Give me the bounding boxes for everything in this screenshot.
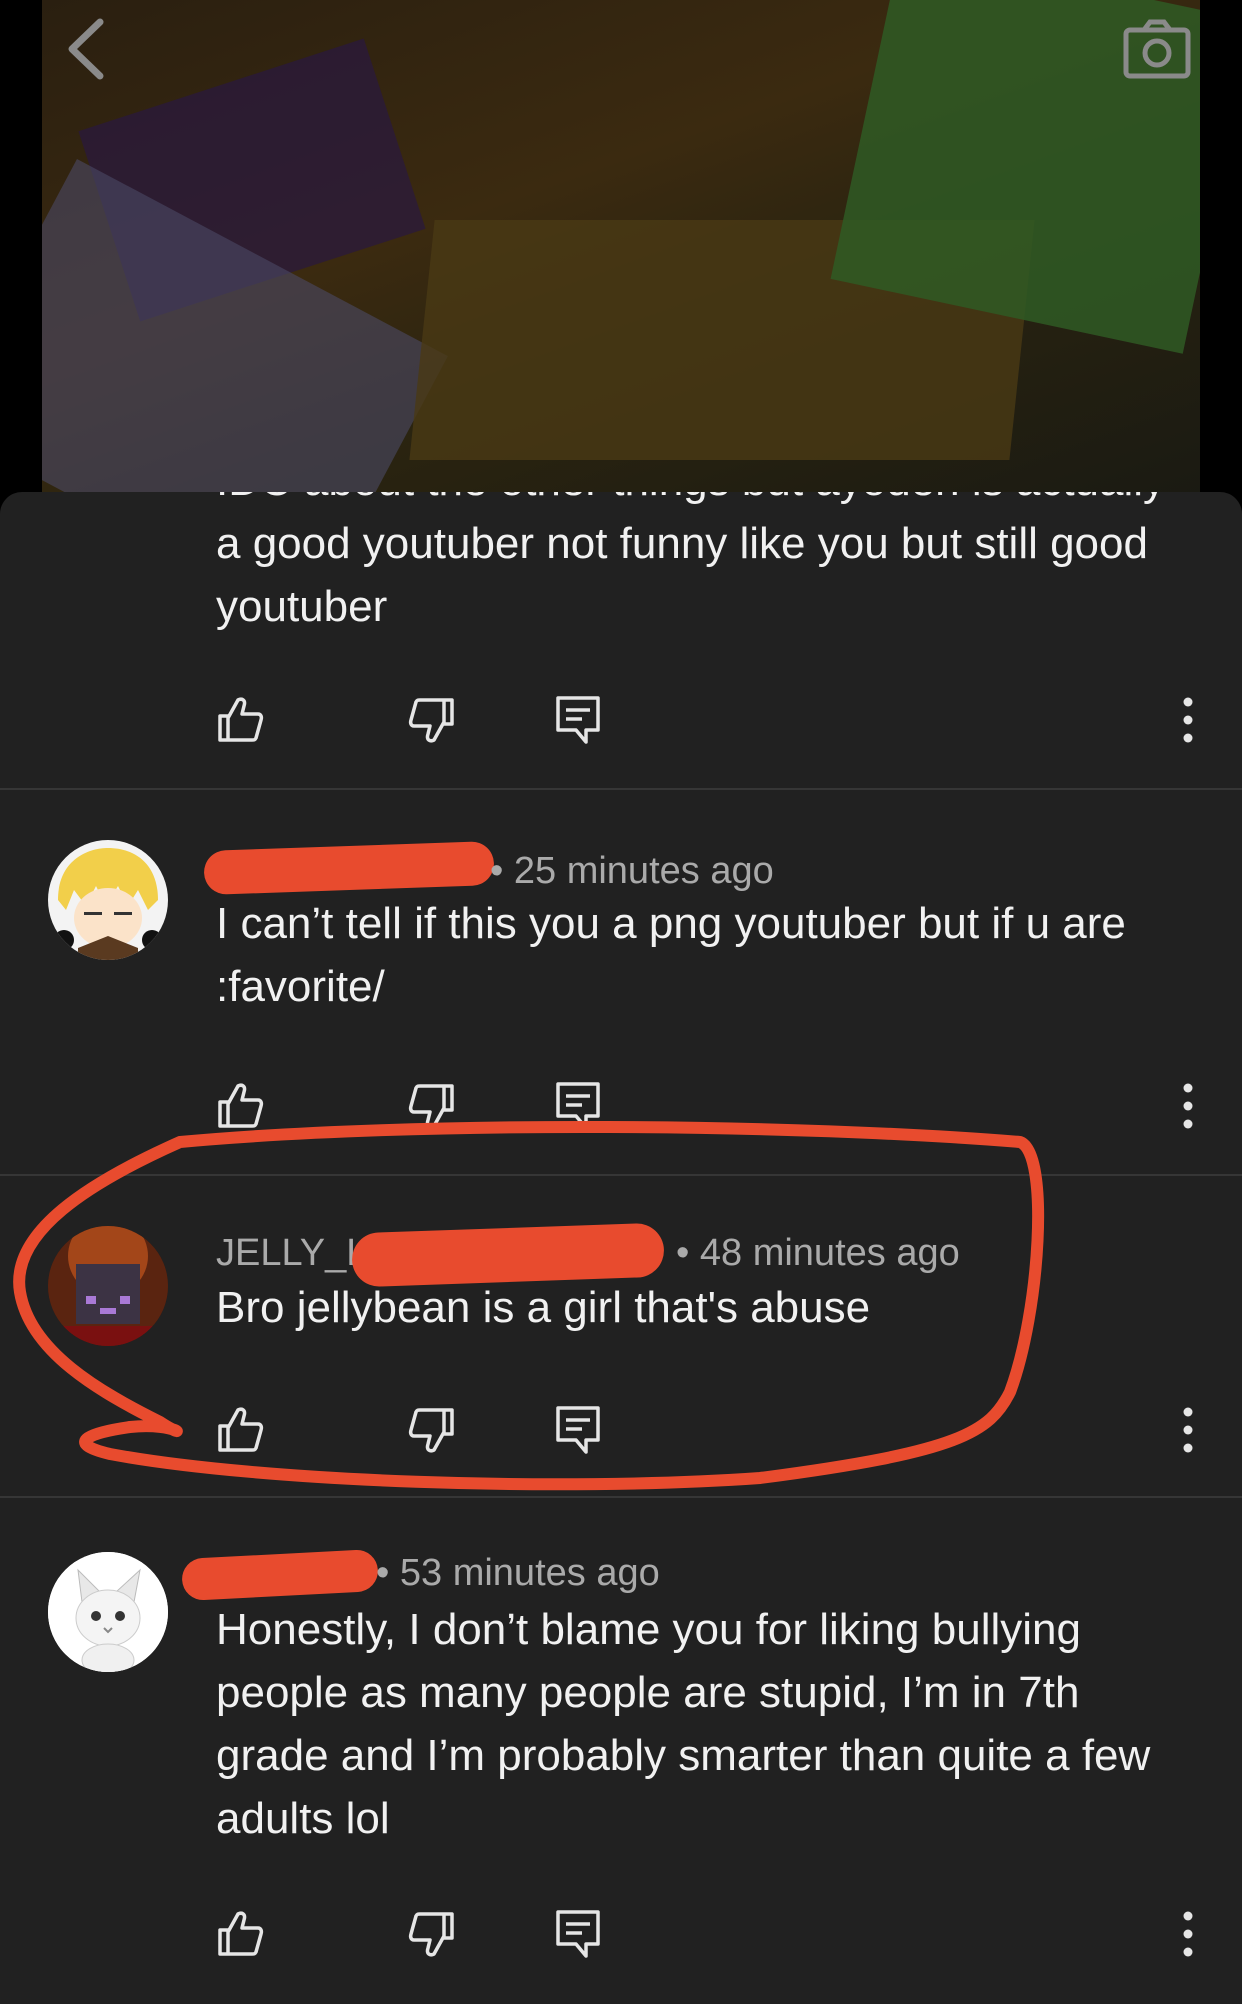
comments-sheet[interactable]: IDC about the other things but ayoden is… bbox=[0, 492, 1242, 2004]
comment-text: a good youtuber not funny like you but s… bbox=[216, 519, 1148, 631]
comment-actions bbox=[0, 1078, 1242, 1138]
comment-text-clipped: IDC about the other things but ayoden is… bbox=[216, 492, 1165, 506]
comment-text: I can’t tell if this you a png youtuber … bbox=[216, 899, 1126, 1011]
anime-avatar[interactable] bbox=[48, 840, 168, 960]
reply-icon[interactable] bbox=[552, 1906, 604, 1962]
comment-meta-time: • 48 minutes ago bbox=[676, 1232, 960, 1274]
comment-meta: JELLY_L bbox=[216, 1232, 367, 1275]
comment-time: 25 minutes ago bbox=[513, 850, 774, 892]
thumbs-up-icon[interactable] bbox=[214, 1906, 266, 1962]
divider bbox=[0, 1174, 1242, 1176]
more-vertical-icon[interactable] bbox=[1168, 1906, 1208, 1962]
thumbs-down-icon[interactable] bbox=[406, 1402, 458, 1458]
thumbs-down-icon[interactable] bbox=[406, 692, 458, 748]
video-frame bbox=[42, 0, 1200, 500]
more-vertical-icon[interactable] bbox=[1168, 1078, 1208, 1134]
minecraft-avatar[interactable] bbox=[48, 1226, 168, 1346]
divider bbox=[0, 1496, 1242, 1498]
redaction-mark bbox=[203, 840, 495, 896]
thumbs-down-icon[interactable] bbox=[406, 1906, 458, 1962]
comment-time: 48 minutes ago bbox=[699, 1232, 960, 1274]
divider bbox=[0, 788, 1242, 790]
reply-icon[interactable] bbox=[552, 692, 604, 748]
video-player[interactable] bbox=[0, 0, 1242, 500]
comment-actions bbox=[0, 1906, 1242, 1966]
thumbs-up-icon[interactable] bbox=[214, 1402, 266, 1458]
thumbs-down-icon[interactable] bbox=[406, 1078, 458, 1134]
chevron-left-icon[interactable] bbox=[58, 14, 118, 84]
more-vertical-icon[interactable] bbox=[1168, 1402, 1208, 1458]
comment-actions bbox=[0, 692, 1242, 752]
comment-author[interactable]: JELLY_L bbox=[216, 1232, 367, 1274]
thumbs-up-icon[interactable] bbox=[214, 1078, 266, 1134]
comment-actions bbox=[0, 1402, 1242, 1462]
redaction-mark bbox=[181, 1548, 379, 1602]
reply-icon[interactable] bbox=[552, 1078, 604, 1134]
comment-meta: • 25 minutes ago bbox=[490, 850, 774, 892]
reply-icon[interactable] bbox=[552, 1402, 604, 1458]
thumbs-up-icon[interactable] bbox=[214, 692, 266, 748]
more-vertical-icon[interactable] bbox=[1168, 692, 1208, 748]
comment-text: Honestly, I don’t blame you for liking b… bbox=[216, 1605, 1151, 1843]
comment-text: Bro jellybean is a girl that's abuse bbox=[216, 1283, 871, 1332]
comment-meta: • 53 minutes ago bbox=[376, 1552, 660, 1594]
camera-icon[interactable] bbox=[1122, 18, 1192, 82]
cat-avatar[interactable] bbox=[48, 1552, 168, 1672]
comment-time: 53 minutes ago bbox=[399, 1552, 660, 1594]
